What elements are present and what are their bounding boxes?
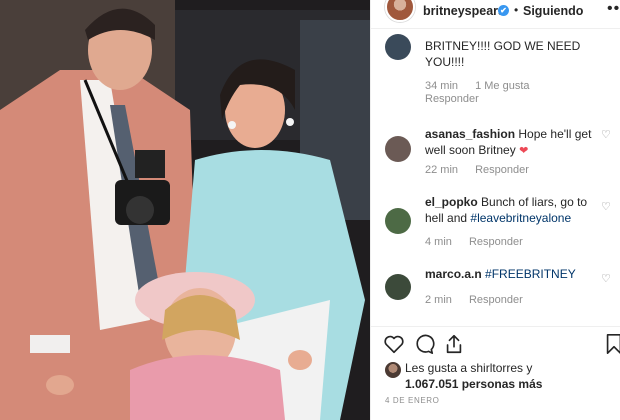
bookmark-icon[interactable] [605,333,620,355]
comment-username[interactable]: marco.a.n [425,267,482,281]
comment-time[interactable]: 2 min [425,294,452,306]
comment-username[interactable]: el_popko [425,195,478,209]
comment-meta: 2 min Responder [425,294,537,306]
reply-button[interactable]: Responder [425,93,479,105]
comment-reply-row: Responder [425,93,493,105]
comment-meta: 34 min 1 Me gusta [425,80,544,92]
comment-time[interactable]: 4 min [425,236,452,248]
commenter-avatar[interactable] [385,208,411,234]
comment-like-heart-icon[interactable]: ♡ [601,200,611,213]
commenter-avatar[interactable] [385,34,411,60]
red-heart-emoji: ❤ [519,145,529,157]
comment-time[interactable]: 22 min [425,164,458,176]
reply-button[interactable]: Responder [469,236,523,248]
comment-like-heart-icon[interactable]: ♡ [601,128,611,141]
header-separator: • [514,3,519,17]
comment-time[interactable]: 34 min [425,80,458,92]
commenter-avatar[interactable] [385,274,411,300]
following-button[interactable]: Siguiendo [523,4,583,18]
comment-text: asanas_fashion Hope he'll get well soon … [425,126,597,159]
likes-text[interactable]: Les gusta a shirltorres y 1.067.051 pers… [405,360,615,392]
commenter-avatar[interactable] [385,136,411,162]
reply-button[interactable]: Responder [469,294,523,306]
comment-username[interactable]: asanas_fashion [425,127,515,141]
post-side-panel: britneyspears ✔ • Siguiendo ••• BRITNEY!… [370,0,620,420]
comment-meta: 22 min Responder [425,164,543,176]
comment-text: el_popko Bunch of liars, go to hell and … [425,194,597,226]
liker-avatar[interactable] [385,362,401,378]
post-actions-bar [371,326,620,363]
verified-badge-icon: ✔ [498,5,509,16]
heart-outline-icon[interactable] [383,333,405,355]
header-username[interactable]: britneyspears [423,4,505,18]
likes-count[interactable]: 1.067.051 personas más [405,376,615,392]
comment-body: BRITNEY!!!! GOD WE NEED YOU!!!! [425,39,581,69]
likes-line-1: Les gusta a shirltorres y [405,361,533,375]
comment-meta: 4 min Responder [425,236,537,248]
comment-bubble-icon[interactable] [413,333,435,355]
comment-hashtag[interactable]: #FREEBRITNEY [485,267,576,281]
more-options-icon[interactable]: ••• [607,0,620,18]
reply-button[interactable]: Responder [475,164,529,176]
post-date[interactable]: 4 DE ENERO [385,396,439,405]
comment-like-heart-icon[interactable]: ♡ [601,272,611,285]
post-photo[interactable] [0,0,370,420]
share-icon[interactable] [443,333,465,355]
comment-likes[interactable]: 1 Me gusta [475,80,529,92]
post-header: britneyspears ✔ • Siguiendo ••• [371,0,620,29]
comment-hashtag[interactable]: #leavebritneyalone [470,211,571,225]
family-photo-illustration [0,0,370,420]
profile-avatar[interactable] [385,0,415,22]
comment-text: BRITNEY!!!! GOD WE NEED YOU!!!! [425,38,597,70]
comment-text: marco.a.n #FREEBRITNEY [425,266,597,282]
